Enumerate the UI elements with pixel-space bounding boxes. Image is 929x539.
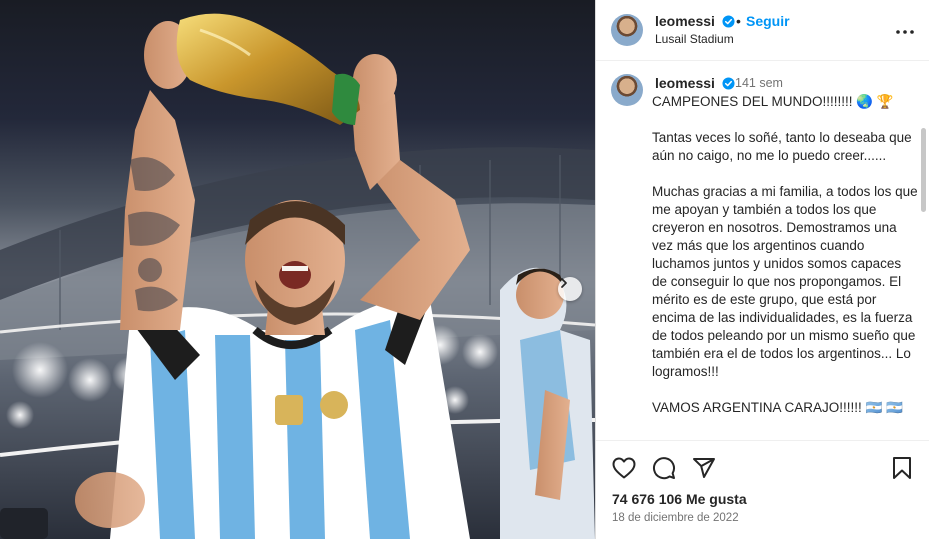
avatar[interactable]	[611, 14, 643, 46]
post-sidebar: leomessi • Seguir Lusail Stadium leomess…	[595, 0, 929, 539]
comment-button[interactable]	[651, 456, 677, 485]
avatar[interactable]	[611, 74, 643, 106]
separator-dot: •	[736, 13, 741, 29]
follow-button[interactable]: Seguir	[746, 13, 790, 29]
caption-username-link[interactable]: leomessi	[655, 75, 735, 93]
share-button[interactable]	[691, 457, 717, 483]
caption-scrollbar[interactable]	[921, 128, 926, 212]
post-image[interactable]	[0, 0, 595, 539]
username-link[interactable]: leomessi	[655, 13, 735, 31]
more-horizontal-icon	[896, 21, 914, 39]
likes-count[interactable]: 74 676 106 Me gusta	[612, 491, 747, 507]
post-photo-illustration	[0, 13, 595, 539]
post-actions: 74 676 106 Me gusta 18 de diciembre de 2…	[596, 440, 929, 539]
caption-username-label: leomessi	[655, 75, 715, 91]
post-date: 18 de diciembre de 2022	[612, 512, 739, 524]
heart-icon	[612, 457, 636, 484]
caption-text: CAMPEONES DEL MUNDO!!!!!!!! 🌏 🏆 Tantas v…	[652, 94, 918, 415]
post-header: leomessi • Seguir Lusail Stadium	[596, 0, 929, 61]
comment-icon	[652, 456, 676, 485]
caption-section[interactable]: leomessi 141 sem CAMPEONES DEL MUNDO!!!!…	[596, 62, 929, 440]
username-label: leomessi	[655, 13, 715, 29]
location-link[interactable]: Lusail Stadium	[655, 32, 734, 46]
save-button[interactable]	[889, 456, 915, 485]
like-button[interactable]	[611, 457, 637, 483]
verified-badge-icon	[722, 77, 735, 93]
post-time[interactable]: 141 sem	[735, 76, 783, 90]
carousel-next-button[interactable]	[558, 277, 582, 301]
share-icon	[692, 456, 716, 485]
bookmark-icon	[892, 456, 912, 485]
verified-badge-icon	[722, 15, 735, 31]
more-options-button[interactable]	[893, 18, 917, 42]
